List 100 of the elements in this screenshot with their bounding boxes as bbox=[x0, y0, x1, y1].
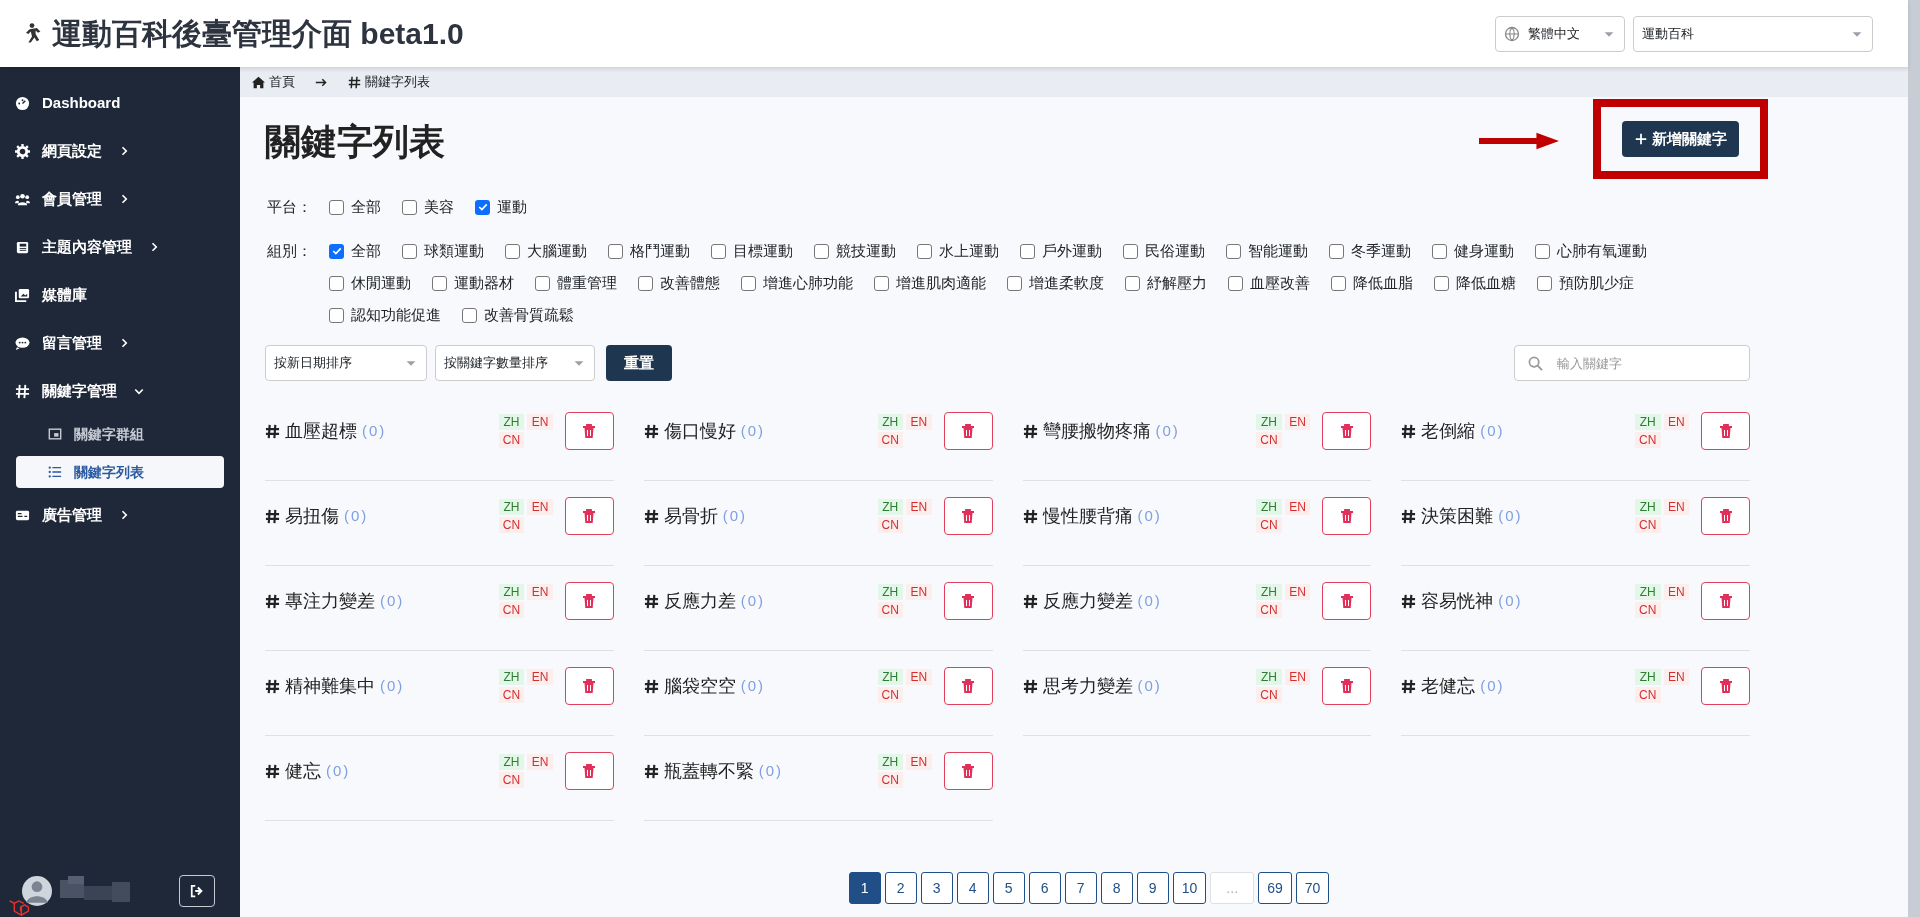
checkbox[interactable] bbox=[329, 199, 344, 215]
language-tag[interactable]: ZH bbox=[877, 669, 903, 685]
checkbox-option[interactable]: 大腦運動 bbox=[505, 235, 587, 267]
language-tag[interactable]: CN bbox=[1635, 687, 1661, 703]
language-tag[interactable]: CN bbox=[1256, 432, 1282, 448]
checkbox[interactable] bbox=[1228, 275, 1243, 291]
delete-button[interactable] bbox=[943, 497, 993, 535]
sidebar-item[interactable]: 會員管理 bbox=[0, 175, 240, 223]
language-tag[interactable]: CN bbox=[877, 687, 903, 703]
language-tag[interactable]: EN bbox=[1663, 669, 1689, 685]
language-tag[interactable]: CN bbox=[877, 432, 903, 448]
delete-button[interactable] bbox=[1701, 582, 1750, 620]
checkbox-option[interactable]: 球類運動 bbox=[402, 235, 484, 267]
search-field[interactable]: 輸入關鍵字 bbox=[1514, 345, 1750, 381]
keyword-name[interactable]: 血壓超標 bbox=[285, 417, 357, 445]
language-tag[interactable]: EN bbox=[527, 669, 553, 685]
delete-button[interactable] bbox=[1322, 582, 1372, 620]
delete-button[interactable] bbox=[943, 412, 993, 450]
checkbox-option[interactable]: 增進心肺功能 bbox=[741, 267, 853, 299]
checkbox-option[interactable]: 預防肌少症 bbox=[1537, 267, 1634, 299]
checkbox[interactable] bbox=[432, 275, 447, 291]
checkbox-option[interactable]: 美容 bbox=[402, 191, 454, 223]
keyword-name[interactable]: 腦袋空空 bbox=[663, 672, 736, 700]
checkbox-option[interactable]: 心肺有氧運動 bbox=[1535, 235, 1647, 267]
language-tag[interactable]: ZH bbox=[1256, 669, 1282, 685]
language-tag[interactable]: EN bbox=[906, 754, 932, 770]
language-select[interactable]: 繁體中文 bbox=[1495, 15, 1625, 52]
checkbox-option[interactable]: 降低血糖 bbox=[1434, 267, 1516, 299]
delete-button[interactable] bbox=[1322, 667, 1372, 705]
delete-button[interactable] bbox=[1322, 497, 1372, 535]
page-button[interactable]: 3 bbox=[920, 872, 953, 904]
delete-button[interactable] bbox=[564, 497, 614, 535]
sidebar-item[interactable]: 媒體庫 bbox=[0, 271, 240, 319]
language-tag[interactable]: ZH bbox=[498, 414, 525, 430]
language-tag[interactable]: EN bbox=[527, 754, 553, 770]
language-tag[interactable]: CN bbox=[498, 517, 525, 533]
language-tag[interactable]: EN bbox=[1284, 499, 1311, 515]
language-tag[interactable]: ZH bbox=[877, 754, 903, 770]
checkbox[interactable] bbox=[1537, 275, 1552, 291]
keyword-name[interactable]: 決策困難 bbox=[1421, 502, 1494, 530]
checkbox[interactable] bbox=[1535, 243, 1550, 259]
sidebar-item[interactable]: 關鍵字管理 bbox=[0, 367, 240, 415]
checkbox-option[interactable]: 全部 bbox=[329, 235, 381, 267]
checkbox[interactable] bbox=[1434, 275, 1449, 291]
keyword-name[interactable]: 反應力差 bbox=[663, 587, 736, 615]
keyword-name[interactable]: 健忘 bbox=[285, 757, 321, 785]
language-tag[interactable]: EN bbox=[527, 584, 553, 600]
checkbox-option[interactable]: 體重管理 bbox=[535, 267, 617, 299]
delete-button[interactable] bbox=[564, 667, 614, 705]
language-tag[interactable]: EN bbox=[527, 499, 553, 515]
delete-button[interactable] bbox=[1701, 497, 1750, 535]
delete-button[interactable] bbox=[564, 752, 614, 790]
keyword-name[interactable]: 瓶蓋轉不緊 bbox=[663, 757, 754, 785]
keyword-name[interactable]: 易扭傷 bbox=[285, 502, 339, 530]
checkbox[interactable] bbox=[741, 275, 756, 291]
checkbox-option[interactable]: 紓解壓力 bbox=[1125, 267, 1207, 299]
language-tag[interactable]: ZH bbox=[1635, 499, 1661, 515]
checkbox-option[interactable]: 全部 bbox=[329, 191, 381, 223]
delete-button[interactable] bbox=[1701, 412, 1750, 450]
page-button[interactable]: 7 bbox=[1064, 872, 1097, 904]
keyword-name[interactable]: 容易恍神 bbox=[1421, 587, 1494, 615]
checkbox-option[interactable]: 認知功能促進 bbox=[329, 299, 441, 331]
reset-button[interactable]: 重置 bbox=[606, 345, 672, 381]
language-tag[interactable]: ZH bbox=[498, 754, 525, 770]
keyword-name[interactable]: 精神難集中 bbox=[285, 672, 375, 700]
page-button[interactable]: 69 bbox=[1258, 872, 1292, 904]
sidebar-subitem[interactable]: 關鍵字群組 bbox=[16, 418, 224, 450]
site-select[interactable]: 運動百科 bbox=[1633, 15, 1873, 52]
keyword-name[interactable]: 反應力變差 bbox=[1042, 587, 1133, 615]
keyword-name[interactable]: 彎腰搬物疼痛 bbox=[1042, 417, 1151, 445]
language-tag[interactable]: CN bbox=[1256, 602, 1282, 618]
keyword-name[interactable]: 老倒縮 bbox=[1421, 417, 1476, 445]
checkbox-option[interactable]: 水上運動 bbox=[917, 235, 999, 267]
add-keyword-button[interactable]: 新增關鍵字 bbox=[1622, 121, 1739, 157]
checkbox[interactable] bbox=[874, 275, 889, 291]
checkbox[interactable] bbox=[402, 243, 417, 259]
sidebar-item[interactable]: 留言管理 bbox=[0, 319, 240, 367]
checkbox[interactable] bbox=[462, 307, 477, 323]
language-tag[interactable]: ZH bbox=[1256, 584, 1282, 600]
checkbox[interactable] bbox=[535, 275, 550, 291]
language-tag[interactable]: ZH bbox=[1635, 584, 1661, 600]
keyword-name[interactable]: 專注力變差 bbox=[285, 587, 375, 615]
sidebar-subitem[interactable]: 關鍵字列表 bbox=[16, 456, 224, 488]
language-tag[interactable]: EN bbox=[906, 584, 932, 600]
keyword-name[interactable]: 慢性腰背痛 bbox=[1042, 502, 1133, 530]
language-tag[interactable]: EN bbox=[1284, 669, 1311, 685]
language-tag[interactable]: ZH bbox=[498, 499, 525, 515]
checkbox[interactable] bbox=[917, 243, 932, 259]
language-tag[interactable]: CN bbox=[498, 432, 525, 448]
checkbox[interactable] bbox=[475, 199, 490, 215]
keyword-name[interactable]: 易骨折 bbox=[663, 502, 718, 530]
language-tag[interactable]: ZH bbox=[1256, 499, 1282, 515]
sidebar-item[interactable]: Dashboard bbox=[0, 79, 240, 127]
checkbox[interactable] bbox=[1331, 275, 1346, 291]
checkbox-option[interactable]: 運動 bbox=[475, 191, 527, 223]
language-tag[interactable]: ZH bbox=[498, 669, 525, 685]
language-tag[interactable]: CN bbox=[1635, 517, 1661, 533]
page-button[interactable]: 5 bbox=[992, 872, 1025, 904]
checkbox-option[interactable]: 智能運動 bbox=[1226, 235, 1308, 267]
checkbox-option[interactable]: 增進柔軟度 bbox=[1007, 267, 1104, 299]
